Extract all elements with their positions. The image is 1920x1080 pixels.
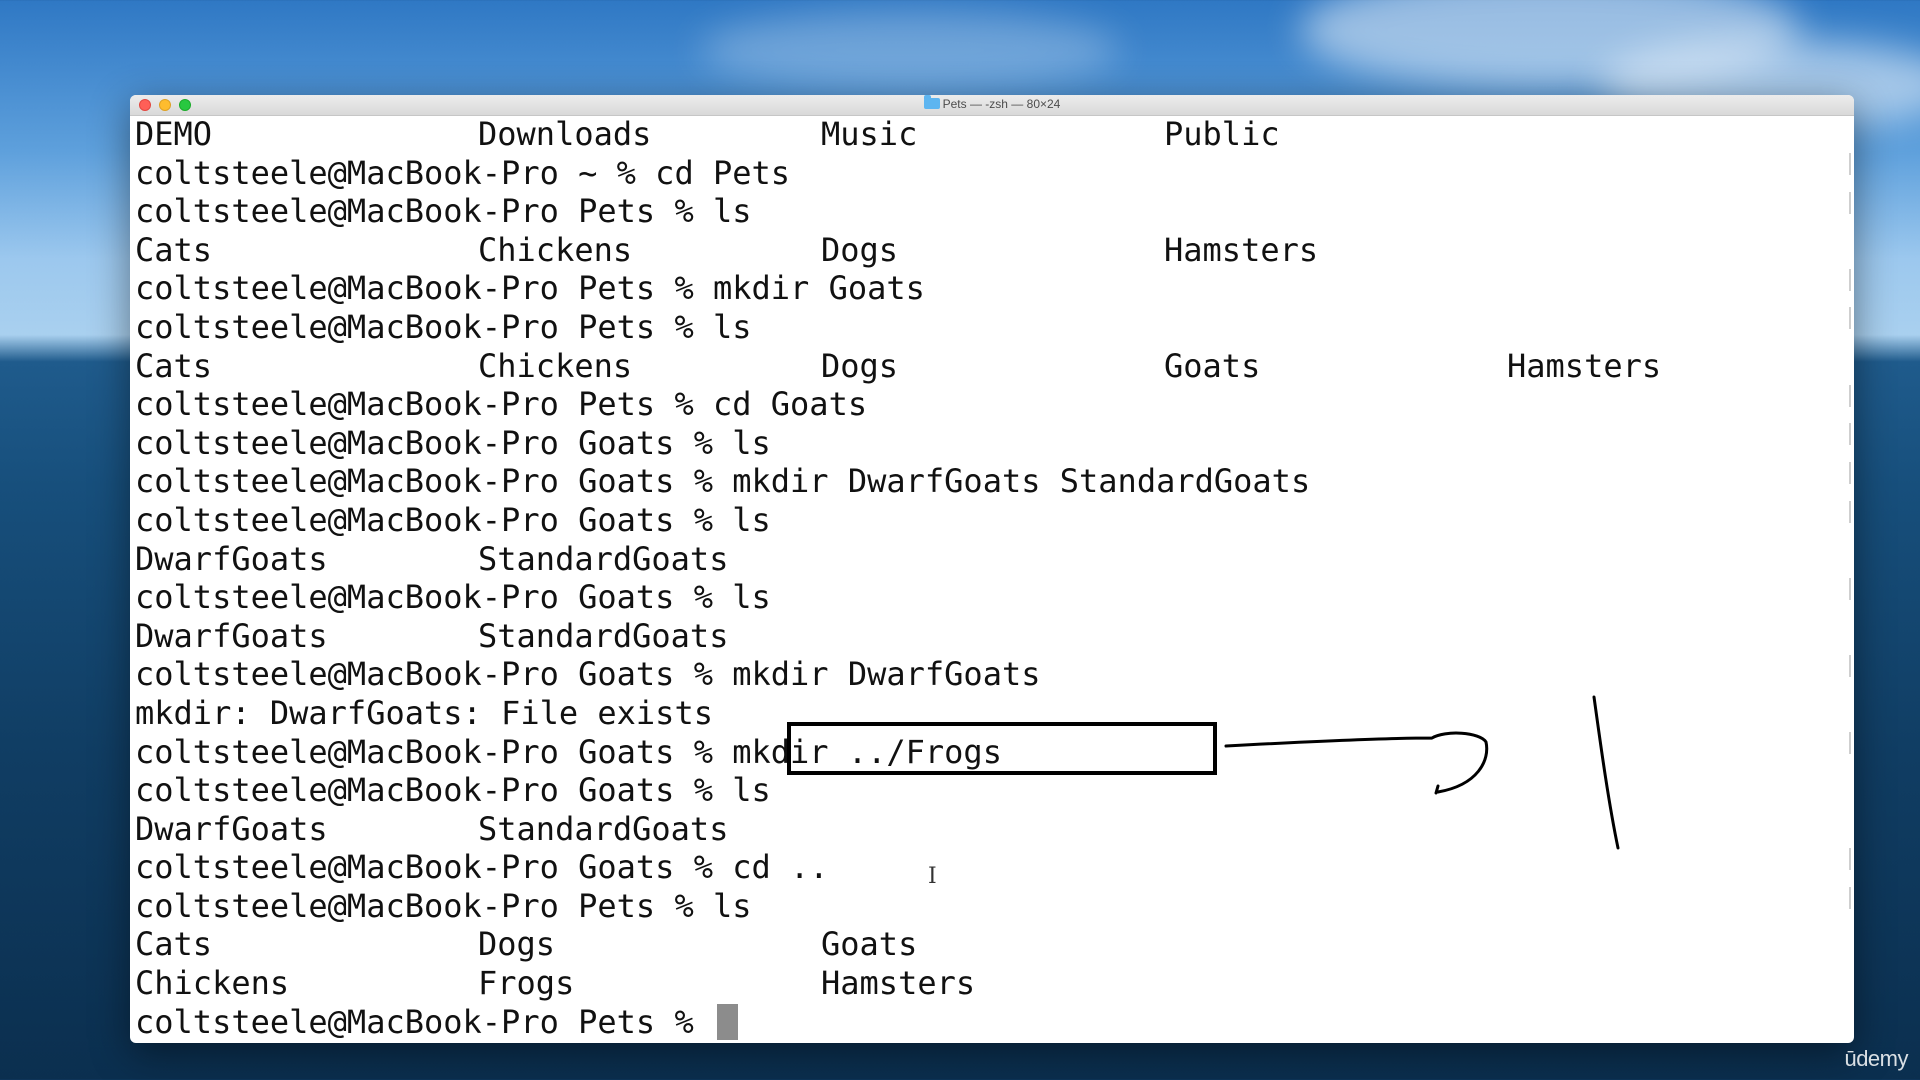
terminal-line: coltsteele@MacBook-Pro Goats % mkdir Dwa… <box>135 462 1854 501</box>
terminal-line-text: coltsteele@MacBook-Pro Goats % mkdir Dwa… <box>135 655 1041 694</box>
scrollbar-marker <box>1849 423 1851 445</box>
terminal-line: DwarfGoats StandardGoats <box>135 540 1854 579</box>
ls-entry: Dogs <box>821 230 899 269</box>
ls-entry: Public <box>1164 115 1280 153</box>
scrollbar-marker <box>1849 887 1851 909</box>
terminal-line-text: coltsteele@MacBook-Pro Goats % ls <box>135 423 771 462</box>
terminal-line-text: coltsteele@MacBook-Pro ~ % cd Pets <box>135 153 791 192</box>
scrollbar-marker <box>1849 269 1851 291</box>
scrollbar-marker <box>1849 192 1851 214</box>
terminal-output[interactable]: DEMO Downloads Music Public coltsteele@MacBo… <box>135 115 1854 1043</box>
ls-entry: Chickens <box>478 346 633 385</box>
terminal-line: coltsteele@MacBook-Pro Pets % mkdir Goat… <box>135 269 1854 308</box>
terminal-line: coltsteele@MacBook-Pro Goats % ls <box>135 771 1854 810</box>
title-bar[interactable]: Pets — -zsh — 80×24 <box>130 95 1854 116</box>
block-cursor <box>716 1003 738 1040</box>
ls-entry: Music <box>821 115 918 153</box>
terminal-line: coltsteele@MacBook-Pro Goats % mkdir Dwa… <box>135 655 1854 694</box>
window-title-text: Pets — -zsh — 80×24 <box>942 97 1061 111</box>
terminal-line: mkdir: DwarfGoats: File exists <box>135 694 1854 733</box>
ls-entry: Chickens <box>478 230 633 269</box>
terminal-line-text: coltsteele@MacBook-Pro Pets % ls <box>135 192 752 231</box>
terminal-line-text: coltsteele@MacBook-Pro Goats % ls <box>135 500 771 539</box>
terminal-line-text: coltsteele@MacBook-Pro Pets % ls <box>135 886 752 925</box>
terminal-line-text: coltsteele@MacBook-Pro Pets % cd Goats <box>135 385 868 424</box>
terminal-line-text: coltsteele@MacBook-Pro Goats % mkdir ../… <box>135 732 1002 771</box>
terminal-line-text: coltsteele@MacBook-Pro Goats % mkdir Dwa… <box>135 462 1311 501</box>
ls-entry: Goats <box>821 925 918 964</box>
terminal-line: DEMO Downloads Music Public <box>135 115 1854 154</box>
ls-entry: Hamsters <box>1164 230 1319 269</box>
text-cursor-icon: I <box>928 864 937 889</box>
ls-entry: Hamsters <box>821 964 976 1003</box>
ls-entry: Cats <box>135 925 213 964</box>
ls-entry: Frogs <box>478 964 575 1003</box>
ls-entry: StandardGoats <box>478 539 729 578</box>
terminal-line: coltsteele@MacBook-Pro Goats % cd .. <box>135 848 1854 887</box>
terminal-line-text: mkdir: DwarfGoats: File exists <box>135 693 713 732</box>
udemy-watermark: ūdemy <box>1844 1046 1908 1071</box>
terminal-line: coltsteele@MacBook-Pro Goats % ls <box>135 424 1854 463</box>
ls-entry: Hamsters <box>1507 346 1662 385</box>
scrollbar-marker <box>1849 153 1851 175</box>
scrollbar-marker <box>1849 848 1851 870</box>
terminal-line: DwarfGoats StandardGoats <box>135 810 1854 849</box>
terminal-line: coltsteele@MacBook-Pro Pets % ls <box>135 308 1854 347</box>
ls-entry: Goats <box>1164 346 1261 385</box>
terminal-line-text: coltsteele@MacBook-Pro Goats % cd .. <box>135 848 829 887</box>
scrollbar-marker <box>1849 501 1851 523</box>
scrollbar-marker <box>1849 385 1851 407</box>
terminal-line: coltsteele@MacBook-Pro Pets % ls <box>135 887 1854 926</box>
sky-cloud <box>700 10 1120 90</box>
ls-entry: StandardGoats <box>478 809 729 848</box>
ls-entry: Downloads <box>478 115 652 153</box>
ls-entry: Cats <box>135 230 213 269</box>
terminal-line: coltsteele@MacBook-Pro Goats % ls <box>135 501 1854 540</box>
terminal-line: Cats Chickens Dogs Goats Hamsters <box>135 347 1854 386</box>
terminal-line: Cats Chickens Dogs Hamsters <box>135 231 1854 270</box>
folder-icon <box>923 95 940 109</box>
terminal-line: Chickens Frogs Hamsters <box>135 964 1854 1003</box>
scrollbar-marker <box>1849 307 1851 329</box>
ls-entry: DwarfGoats <box>135 809 328 848</box>
window-title: Pets — -zsh — 80×24 <box>130 95 1854 111</box>
scrollbar-marker <box>1849 655 1851 677</box>
terminal-line: coltsteele@MacBook-Pro Pets % cd Goats <box>135 385 1854 424</box>
terminal-prompt-line[interactable]: coltsteele@MacBook-Pro Pets % <box>135 1003 1854 1042</box>
prompt-text: coltsteele@MacBook-Pro Pets % <box>135 1002 713 1041</box>
terminal-line-text: coltsteele@MacBook-Pro Goats % ls <box>135 771 771 810</box>
ls-entry: DEMO <box>135 115 213 153</box>
terminal-line: coltsteele@MacBook-Pro Pets % ls <box>135 192 1854 231</box>
scrollbar-marker <box>1849 578 1851 600</box>
scrollbar-marker <box>1849 732 1851 754</box>
terminal-line: coltsteele@MacBook-Pro Goats % ls <box>135 578 1854 617</box>
terminal-line: coltsteele@MacBook-Pro ~ % cd Pets <box>135 154 1854 193</box>
ls-entry: StandardGoats <box>478 616 729 655</box>
ls-entry: Cats <box>135 346 213 385</box>
ls-entry: DwarfGoats <box>135 539 328 578</box>
terminal-line: Cats Dogs Goats <box>135 925 1854 964</box>
terminal-line: DwarfGoats StandardGoats <box>135 617 1854 656</box>
terminal-line-text: coltsteele@MacBook-Pro Pets % mkdir Goat… <box>135 269 925 308</box>
terminal-line-text: coltsteele@MacBook-Pro Goats % ls <box>135 578 771 617</box>
scrollbar-marker <box>1849 462 1851 484</box>
terminal-line: coltsteele@MacBook-Pro Goats % mkdir ../… <box>135 733 1854 772</box>
ls-entry: DwarfGoats <box>135 616 328 655</box>
ls-entry: Dogs <box>478 925 556 964</box>
terminal-line-text: coltsteele@MacBook-Pro Pets % ls <box>135 307 752 346</box>
terminal-window[interactable]: Pets — -zsh — 80×24 DEMO Downloads Music Pu… <box>130 95 1854 1043</box>
ls-entry: Dogs <box>821 346 899 385</box>
ls-entry: Chickens <box>135 964 290 1003</box>
